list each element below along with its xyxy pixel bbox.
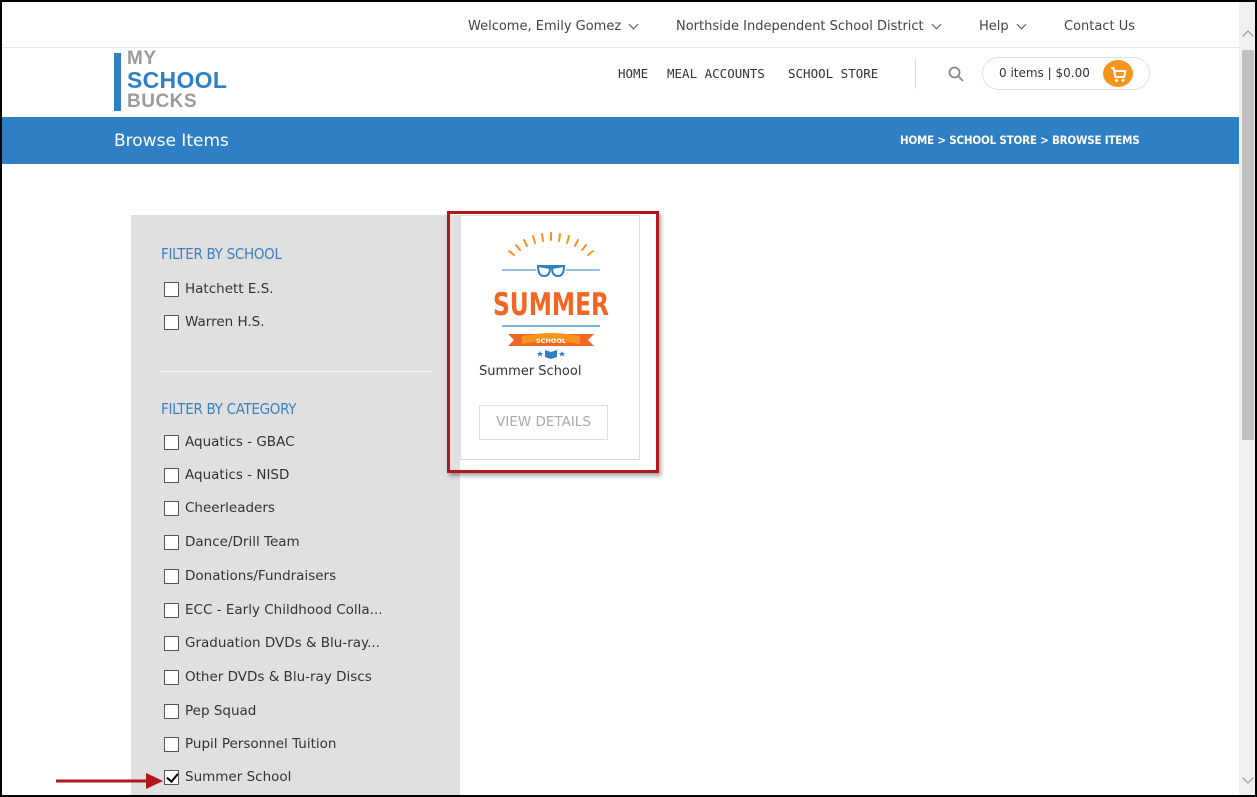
product-card-summer-school[interactable]: SUMMER SCHOOL Summer School VIEW DETAILS [460, 215, 640, 460]
filter-label: Graduation DVDs & Blu-ray... [185, 635, 380, 651]
scrollbar-thumb[interactable] [1242, 50, 1254, 440]
filter-label: Other DVDs & Blu-ray Discs [185, 669, 372, 685]
cart-button[interactable]: 0 items | $0.00 [982, 57, 1150, 90]
filter-category-aquatics-nisd[interactable]: Aquatics - NISD [164, 467, 289, 483]
checkbox[interactable] [164, 314, 179, 330]
view-details-button[interactable]: VIEW DETAILS [479, 405, 608, 440]
checkbox[interactable] [164, 281, 179, 297]
checkbox-checked[interactable] [164, 769, 179, 785]
checkbox[interactable] [164, 500, 179, 516]
filter-category-aquatics-gbac[interactable]: Aquatics - GBAC [164, 434, 295, 450]
filter-label: Hatchett E.S. [185, 281, 274, 297]
filter-label: Summer School [185, 769, 292, 785]
filter-school-warren[interactable]: Warren H.S. [164, 314, 265, 330]
filter-label: Aquatics - GBAC [185, 434, 295, 450]
filter-label: Dance/Drill Team [185, 534, 300, 550]
logo-line-3: BUCKS [127, 91, 198, 112]
user-menu[interactable]: Welcome, Emily Gomez [468, 19, 639, 34]
scroll-up-icon[interactable] [1242, 30, 1254, 42]
contact-us-link[interactable]: Contact Us [1064, 19, 1135, 34]
chevron-down-icon [1016, 19, 1027, 30]
help-menu[interactable]: Help [979, 19, 1027, 34]
nav-home[interactable]: HOME [618, 66, 648, 82]
scroll-down-icon[interactable] [1242, 772, 1254, 784]
checkbox[interactable] [164, 703, 179, 719]
nav-meal-accounts[interactable]: MEAL ACCOUNTS [667, 66, 765, 82]
filter-category-other-dvds[interactable]: Other DVDs & Blu-ray Discs [164, 669, 372, 685]
artwork-title: SUMMER [493, 287, 609, 323]
filter-school-hatchett[interactable]: Hatchett E.S. [164, 281, 274, 297]
chevron-down-icon [931, 19, 942, 30]
vertical-scrollbar[interactable] [1239, 2, 1255, 795]
annotation-arrow-icon [56, 773, 163, 789]
nav-divider [915, 59, 916, 89]
filter-label: Pep Squad [185, 703, 257, 719]
checkbox[interactable] [164, 669, 179, 685]
cart-icon [1103, 60, 1133, 87]
filter-by-category-heading: Filter by Category [161, 400, 297, 418]
filter-label: Pupil Personnel Tuition [185, 736, 337, 752]
cart-summary: 0 items | $0.00 [999, 66, 1090, 80]
logo-bar [114, 53, 121, 111]
page-title-bar: Browse Items HOME > SCHOOL STORE > BROWS… [2, 117, 1239, 164]
artwork-ribbon-text: SCHOOL [536, 337, 566, 345]
checkbox[interactable] [164, 467, 179, 483]
page-title: Browse Items [114, 131, 229, 151]
top-utility-bar: Welcome, Emily Gomez Northside Independe… [2, 2, 1239, 48]
summer-school-artwork: SUMMER SCHOOL [493, 232, 609, 359]
checkbox[interactable] [164, 568, 179, 584]
filter-category-graduation-dvds[interactable]: Graduation DVDs & Blu-ray... [164, 635, 380, 651]
product-name[interactable]: Summer School [479, 364, 581, 379]
filter-category-cheerleaders[interactable]: Cheerleaders [164, 500, 275, 516]
help-menu-label: Help [979, 19, 1009, 34]
logo-line-1: MY [127, 48, 157, 69]
checkbox[interactable] [164, 434, 179, 450]
filter-label: Cheerleaders [185, 500, 275, 516]
chevron-down-icon [628, 19, 639, 30]
filter-label: ECC - Early Childhood Colla... [185, 602, 383, 618]
filter-category-pep-squad[interactable]: Pep Squad [164, 703, 256, 719]
filter-category-pupil-personnel[interactable]: Pupil Personnel Tuition [164, 736, 336, 752]
district-menu-label: Northside Independent School District [676, 19, 924, 34]
checkbox[interactable] [164, 534, 179, 550]
filter-category-ecc[interactable]: ECC - Early Childhood Colla... [164, 602, 383, 618]
checkbox[interactable] [164, 602, 179, 618]
nav-school-store[interactable]: SCHOOL STORE [788, 66, 878, 82]
filter-label: Aquatics - NISD [185, 467, 290, 483]
contact-us-label: Contact Us [1064, 19, 1135, 34]
filter-by-school-heading: Filter by School [161, 245, 282, 263]
filter-label: Warren H.S. [185, 314, 265, 330]
user-menu-label: Welcome, Emily Gomez [468, 19, 622, 34]
checkbox[interactable] [164, 736, 179, 752]
my-school-bucks-logo[interactable]: MY SCHOOL BUCKS [114, 49, 254, 115]
checkbox[interactable] [164, 635, 179, 651]
filter-label: Donations/Fundraisers [185, 568, 337, 584]
filter-category-dance-drill[interactable]: Dance/Drill Team [164, 534, 300, 550]
logo-line-2: SCHOOL [127, 67, 228, 93]
filter-category-donations[interactable]: Donations/Fundraisers [164, 568, 336, 584]
breadcrumb[interactable]: HOME > SCHOOL STORE > BROWSE ITEMS [900, 133, 1140, 147]
search-icon[interactable] [948, 66, 964, 82]
filter-divider [160, 371, 432, 372]
browser-frame: Welcome, Emily Gomez Northside Independe… [0, 0, 1257, 797]
district-menu[interactable]: Northside Independent School District [676, 19, 942, 34]
filter-category-summer-school[interactable]: Summer School [164, 769, 291, 785]
